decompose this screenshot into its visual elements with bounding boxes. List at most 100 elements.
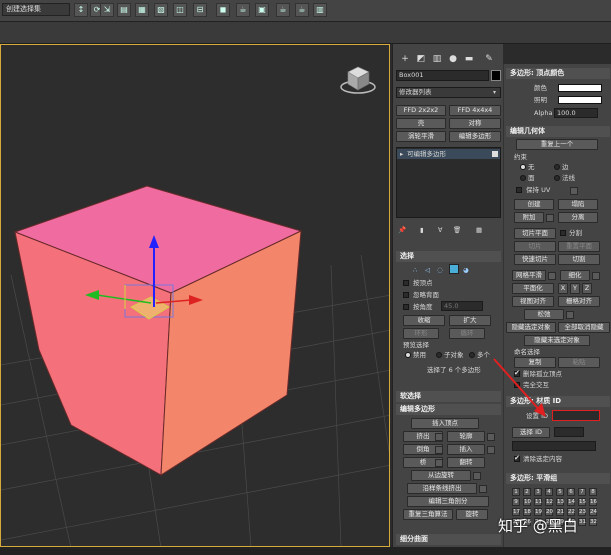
inset-settings-icon[interactable] — [487, 446, 495, 454]
hinge-settings-icon[interactable] — [473, 472, 481, 480]
outline-button[interactable]: 轮廓 — [447, 431, 485, 442]
border-level-icon[interactable]: ◌ — [437, 266, 443, 274]
smoothing-group-button[interactable]: 14 — [567, 498, 575, 506]
collapse-button[interactable]: 塌陷 — [558, 199, 598, 210]
planar-z-button[interactable]: Z — [582, 283, 592, 294]
alpha-spinner[interactable]: 100.0 — [554, 108, 598, 118]
teapot2-icon[interactable]: ☕ — [295, 3, 309, 17]
turn-button[interactable]: 旋转 — [456, 509, 488, 520]
smoothing-group-button[interactable]: 23 — [578, 508, 586, 516]
smoothing-group-button[interactable]: 3 — [534, 488, 542, 496]
bridge-settings-icon[interactable] — [435, 459, 443, 467]
constraint-none-radio[interactable] — [520, 164, 526, 170]
preserve-uv-checkbox[interactable] — [516, 187, 522, 193]
stack-item-editable-poly[interactable]: ▸ 可编辑多边形 — [397, 149, 500, 159]
constraint-edge-radio[interactable] — [554, 164, 560, 170]
material-icon[interactable]: ◼ — [216, 3, 230, 17]
stack-item-toggle[interactable] — [492, 151, 498, 157]
constraint-normal-radio[interactable] — [554, 175, 560, 181]
preserve-uv-settings-icon[interactable] — [570, 187, 578, 195]
curve-editor-icon[interactable]: ◫ — [173, 3, 187, 17]
smoothing-group-button[interactable]: 24 — [589, 508, 597, 516]
smoothing-group-button[interactable]: 5 — [556, 488, 564, 496]
insert-vertex-button[interactable]: 插入顶点 — [411, 418, 479, 429]
soft-selection-rollout-header[interactable]: 软选择 — [396, 391, 501, 402]
by-angle-checkbox[interactable] — [403, 304, 409, 310]
perspective-viewport[interactable] — [0, 44, 390, 547]
smoothing-group-button[interactable]: 12 — [545, 498, 553, 506]
hide-selected-button[interactable]: 隐藏选定对象 — [506, 322, 556, 333]
table-icon[interactable]: ▦ — [135, 3, 149, 17]
repeat-last-button[interactable]: 重复上一个 — [516, 139, 598, 150]
set-id-spinner[interactable] — [552, 410, 600, 421]
flip-button[interactable]: 翻转 — [447, 457, 485, 468]
unhide-all-button[interactable]: 全部取消隐藏 — [558, 322, 610, 333]
by-vertex-checkbox[interactable] — [403, 280, 409, 286]
grow-button[interactable]: 扩大 — [449, 315, 491, 326]
loop-button[interactable]: 循环 — [449, 328, 485, 339]
smoothing-group-button[interactable]: 16 — [589, 498, 597, 506]
schematic-icon[interactable]: ⊟ — [193, 3, 207, 17]
smoothing-group-button[interactable]: 13 — [556, 498, 564, 506]
attach-list-icon[interactable] — [546, 214, 554, 222]
ring-button[interactable]: 环形 — [403, 328, 439, 339]
grid-icon[interactable]: ▧ — [154, 3, 168, 17]
layer-icon[interactable]: ▤ — [117, 3, 131, 17]
smoothing-group-button[interactable]: 4 — [545, 488, 553, 496]
preview-multi-radio[interactable] — [469, 352, 475, 358]
edit-polygons-rollout-header[interactable]: 编辑多边形 — [396, 404, 501, 415]
move-icon[interactable]: ↕ — [74, 3, 88, 17]
smoothing-group-button[interactable]: 31 — [578, 518, 586, 526]
utilities-tab[interactable]: ✎ — [483, 53, 495, 65]
display-tab[interactable]: ▬ — [463, 53, 475, 65]
meshsmooth-settings-icon[interactable] — [548, 272, 556, 280]
scale-icon[interactable]: ⇲ — [100, 3, 114, 17]
planar-y-button[interactable]: Y — [570, 283, 580, 294]
attach-button[interactable]: 附加 — [514, 212, 544, 223]
symmetry-button[interactable]: 对称 — [449, 118, 501, 129]
teapot-icon[interactable]: ☕ — [276, 3, 290, 17]
smoothing-group-button[interactable]: 7 — [578, 488, 586, 496]
modifier-list-dropdown[interactable]: 修改器列表 — [396, 87, 501, 98]
smoothing-group-button[interactable]: 11 — [534, 498, 542, 506]
smoothing-groups-rollout-header[interactable]: 多边形: 平滑组 — [506, 473, 610, 484]
smoothing-group-button[interactable]: 32 — [589, 518, 597, 526]
smoothing-group-button[interactable]: 9 — [512, 498, 520, 506]
reset-plane-button[interactable]: 重置平面 — [558, 241, 600, 252]
smoothing-group-button[interactable]: 2 — [523, 488, 531, 496]
extrude-spline-button[interactable]: 沿样条线挤出 — [407, 483, 477, 494]
inset-button[interactable]: 插入 — [447, 444, 485, 455]
clear-selection-checkbox[interactable] — [514, 454, 520, 462]
hide-unselected-button[interactable]: 隐藏未选定对象 — [524, 335, 590, 346]
create-tab[interactable]: + — [399, 53, 411, 65]
vertex-color-swatch[interactable] — [558, 84, 602, 92]
select-id-spinner[interactable] — [554, 427, 584, 437]
paste-button[interactable]: 粘贴 — [558, 357, 600, 368]
element-level-icon[interactable]: ◕ — [463, 266, 469, 274]
show-end-result-icon[interactable]: ▮ — [420, 226, 424, 234]
hierarchy-tab[interactable]: ▥ — [431, 53, 443, 65]
angle-spinner[interactable]: 45.0 — [441, 301, 483, 311]
render-setup-icon[interactable]: ☕ — [236, 3, 250, 17]
grid-align-button[interactable]: 栅格对齐 — [558, 296, 600, 307]
shrink-button[interactable]: 收缩 — [403, 315, 445, 326]
bevel-settings-icon[interactable] — [435, 446, 443, 454]
smoothing-group-button[interactable]: 8 — [589, 488, 597, 496]
shell-button[interactable]: 壳 — [396, 118, 446, 129]
slice-button[interactable]: 切片 — [514, 241, 556, 252]
select-id-button[interactable]: 选择 ID — [512, 427, 550, 438]
tessellate-button[interactable]: 细化 — [560, 270, 590, 281]
ffd4-button[interactable]: FFD 4x4x4 — [449, 105, 501, 116]
viewcube[interactable] — [340, 66, 376, 94]
material-name-dropdown[interactable] — [512, 441, 596, 451]
edit-poly-button[interactable]: 编辑多边形 — [449, 131, 501, 142]
edge-level-icon[interactable]: ◁ — [425, 266, 430, 274]
object-name-field[interactable]: Box001 — [396, 70, 489, 81]
remove-modifier-icon[interactable]: 🗑 — [453, 226, 461, 234]
meshsmooth-button[interactable]: 网格平滑 — [512, 270, 546, 281]
selection-set-dropdown[interactable]: 创建选择集 — [2, 3, 70, 16]
smoothing-group-button[interactable]: 15 — [578, 498, 586, 506]
create-button[interactable]: 创建 — [514, 199, 554, 210]
object-color-swatch[interactable] — [491, 70, 501, 81]
smoothing-group-button[interactable]: 1 — [512, 488, 520, 496]
